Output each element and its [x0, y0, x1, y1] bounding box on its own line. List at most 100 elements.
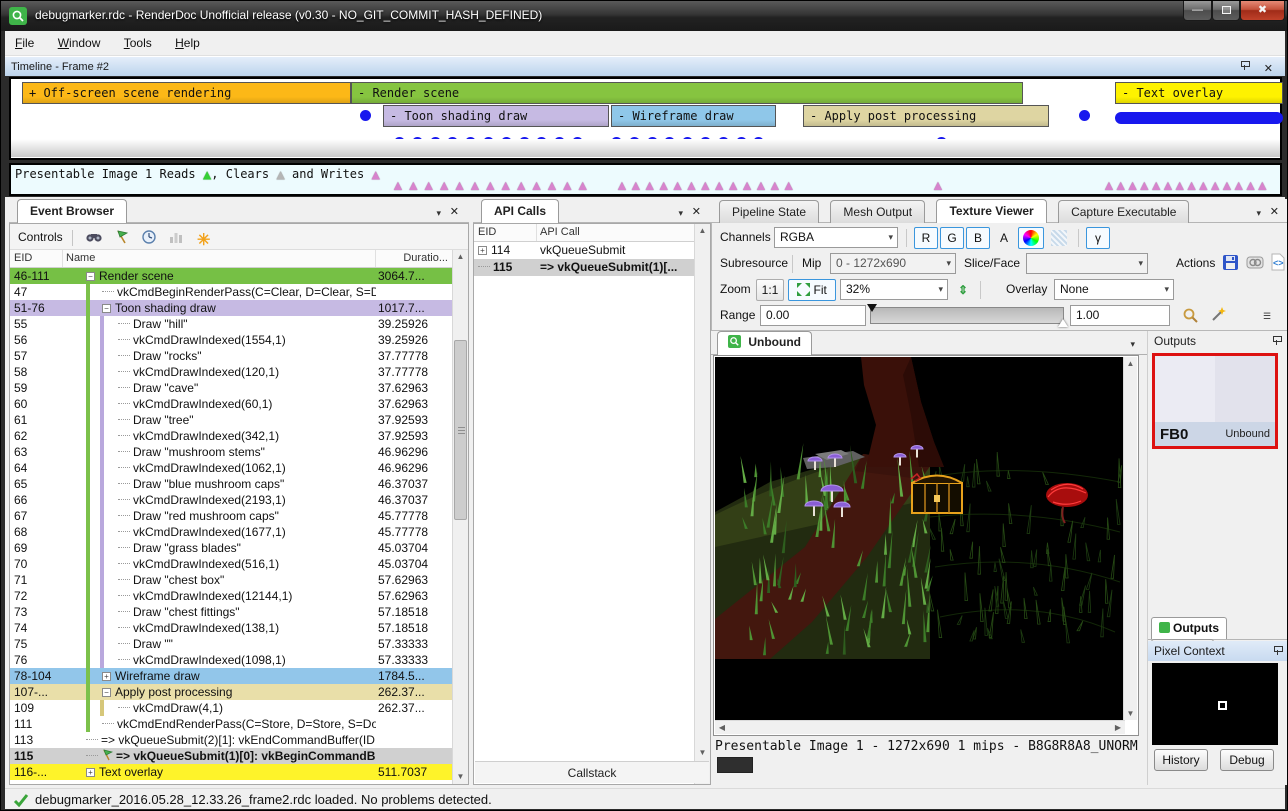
event-row[interactable]: 107-...−Apply post processing262.37...: [10, 684, 452, 700]
range-black-handle[interactable]: [867, 304, 877, 312]
event-row[interactable]: 113=> vkQueueSubmit(2)[1]: vkEndCommandB…: [10, 732, 452, 748]
write-triangle-icon[interactable]: ▲: [576, 178, 590, 192]
event-row[interactable]: 111vkCmdEndRenderPass(C=Store, D=Store, …: [10, 716, 452, 732]
api-call-row[interactable]: +114vkQueueSubmit: [474, 242, 694, 259]
pixel-context-canvas[interactable]: [1152, 663, 1278, 745]
event-row[interactable]: 66vkCmdDrawIndexed(2193,1)46.37037: [10, 492, 452, 508]
timeline-canvas[interactable]: + Off-screen scene rendering - Render sc…: [9, 77, 1282, 160]
chevron-down-icon[interactable]: ▾: [436, 208, 441, 219]
event-row[interactable]: 47vkCmdBeginRenderPass(C=Clear, D=Clear,…: [10, 284, 452, 300]
viewport-vertical-scrollbar[interactable]: ▲ ▼: [1123, 357, 1137, 720]
event-browser-scrollbar[interactable]: ▲ ▼: [452, 250, 468, 784]
write-triangle-icon[interactable]: ▲: [1255, 178, 1269, 192]
write-triangle-icon[interactable]: ▲: [740, 178, 754, 192]
write-triangle-icon[interactable]: ▲: [643, 178, 657, 192]
chevron-down-icon[interactable]: ▾: [678, 208, 683, 219]
write-triangle-icon[interactable]: ▲: [483, 178, 497, 192]
resource-usage-strip[interactable]: Presentable Image 1 Reads ▲, Clears ▲ an…: [9, 163, 1282, 196]
event-row[interactable]: 59Draw "cave"37.62963: [10, 380, 452, 396]
texture-viewport[interactable]: ▲ ▼ ◀ ▶: [713, 355, 1139, 736]
timeline-bar-offscreen[interactable]: + Off-screen scene rendering: [22, 82, 351, 104]
gamma-button[interactable]: γ: [1086, 227, 1110, 249]
event-row[interactable]: 109vkCmdDraw(4,1)262.37...: [10, 700, 452, 716]
close-icon[interactable]: ✕: [692, 205, 701, 218]
collapse-icon[interactable]: −: [102, 688, 111, 697]
expand-icon[interactable]: +: [102, 672, 111, 681]
event-row[interactable]: 46-111−Render scene3064.7...: [10, 268, 452, 284]
texture-image[interactable]: [715, 357, 1125, 720]
event-row[interactable]: 57Draw "rocks"37.77778: [10, 348, 452, 364]
viewport-horizontal-scrollbar[interactable]: ◀ ▶: [715, 720, 1125, 734]
scroll-thumb[interactable]: [454, 340, 467, 520]
tab-texture-viewer[interactable]: Texture Viewer: [936, 199, 1046, 223]
write-triangle-icon[interactable]: ▲: [406, 178, 420, 192]
find-binoculars-icon[interactable]: [84, 228, 104, 248]
event-row[interactable]: 73Draw "chest fittings"57.18518: [10, 604, 452, 620]
write-triangle-icon[interactable]: ▲: [629, 178, 643, 192]
write-triangle-icon[interactable]: ▲: [530, 178, 544, 192]
channel-red-button[interactable]: R: [914, 227, 938, 249]
pin-icon[interactable]: [1272, 335, 1281, 346]
event-row[interactable]: 115=> vkQueueSubmit(1)[0]: vkBeginComman…: [10, 748, 452, 764]
tab-event-browser[interactable]: Event Browser: [17, 199, 127, 223]
write-triangle-icon[interactable]: ▲: [712, 178, 726, 192]
tab-capture-executable[interactable]: Capture Executable: [1058, 200, 1189, 223]
write-triangle-icon[interactable]: ▲: [671, 178, 685, 192]
tab-mesh-output[interactable]: Mesh Output: [830, 200, 925, 223]
close-icon[interactable]: ✕: [1270, 205, 1279, 218]
timeline-header[interactable]: Timeline - Frame #2 ✕: [5, 56, 1285, 76]
event-row[interactable]: 116-...+Text overlay511.7037: [10, 764, 452, 780]
menu-help[interactable]: Help: [165, 31, 210, 55]
overlay-select[interactable]: None▾: [1054, 279, 1174, 300]
close-button[interactable]: ✖: [1240, 1, 1285, 21]
event-row[interactable]: 62vkCmdDrawIndexed(342,1)37.92593: [10, 428, 452, 444]
event-row[interactable]: 61Draw "tree"37.92593: [10, 412, 452, 428]
event-row[interactable]: 76vkCmdDrawIndexed(1098,1)57.33333: [10, 652, 452, 668]
close-icon[interactable]: ✕: [450, 205, 459, 218]
write-triangle-icon[interactable]: ▲: [931, 178, 945, 192]
api-calls-scrollbar[interactable]: ▲ ▼: [694, 224, 710, 784]
timeline-bar-wireframe[interactable]: - Wireframe draw: [611, 105, 776, 127]
write-triangle-icon[interactable]: ▲: [560, 178, 574, 192]
write-triangle-icon[interactable]: ▲: [615, 178, 629, 192]
event-row[interactable]: 51-76−Toon shading draw1017.7...: [10, 300, 452, 316]
write-triangle-icon[interactable]: ▲: [514, 178, 528, 192]
zoom-1to1-button[interactable]: 1:1: [756, 279, 784, 301]
minimize-button[interactable]: —: [1183, 1, 1212, 21]
expand-icon[interactable]: +: [86, 768, 95, 777]
scroll-up-icon[interactable]: ▲: [1124, 357, 1137, 370]
range-white-handle[interactable]: [1058, 319, 1068, 327]
chevron-down-icon[interactable]: ▾: [1256, 208, 1261, 219]
event-row[interactable]: 75Draw ""57.33333: [10, 636, 452, 652]
menu-window[interactable]: Window: [48, 31, 111, 55]
range-slider[interactable]: [870, 307, 1064, 324]
flip-vertical-button[interactable]: ⇕: [952, 279, 974, 301]
column-name[interactable]: Name: [66, 252, 95, 264]
tab-api-calls[interactable]: API Calls: [481, 199, 559, 223]
column-eid[interactable]: EID: [478, 226, 496, 238]
scroll-up-icon[interactable]: ▲: [453, 250, 468, 264]
chevron-down-icon[interactable]: ▾: [1130, 339, 1135, 350]
timeline-bar-post-processing[interactable]: - Apply post processing: [803, 105, 1049, 127]
event-row[interactable]: 64vkCmdDrawIndexed(1062,1)46.96296: [10, 460, 452, 476]
event-row[interactable]: 58vkCmdDrawIndexed(120,1)37.77778: [10, 364, 452, 380]
timeline-bar-toon-shading[interactable]: - Toon shading draw: [383, 105, 609, 127]
range-max-input[interactable]: 1.00: [1070, 305, 1170, 326]
write-triangle-icon[interactable]: ▲: [726, 178, 740, 192]
scroll-up-icon[interactable]: ▲: [695, 224, 710, 238]
write-triangle-icon[interactable]: ▲: [391, 178, 405, 192]
scroll-left-icon[interactable]: ◀: [715, 721, 729, 734]
channels-select[interactable]: RGBA▾: [774, 227, 898, 248]
event-table-header[interactable]: EID Name Duratio...: [10, 250, 452, 268]
timer-clock-icon[interactable]: [139, 228, 159, 248]
write-triangle-icon[interactable]: ▲: [437, 178, 451, 192]
write-triangle-icon[interactable]: ▲: [545, 178, 559, 192]
history-button[interactable]: History: [1154, 749, 1208, 771]
scroll-right-icon[interactable]: ▶: [1111, 721, 1125, 734]
close-icon[interactable]: ✕: [1264, 59, 1273, 79]
write-triangle-icon[interactable]: ▲: [422, 178, 436, 192]
menu-file[interactable]: File: [5, 31, 44, 55]
title-bar[interactable]: debugmarker.rdc - RenderDoc Unofficial r…: [1, 1, 1288, 31]
column-duration[interactable]: Duratio...: [403, 252, 448, 264]
event-row[interactable]: 69Draw "grass blades"45.03704: [10, 540, 452, 556]
